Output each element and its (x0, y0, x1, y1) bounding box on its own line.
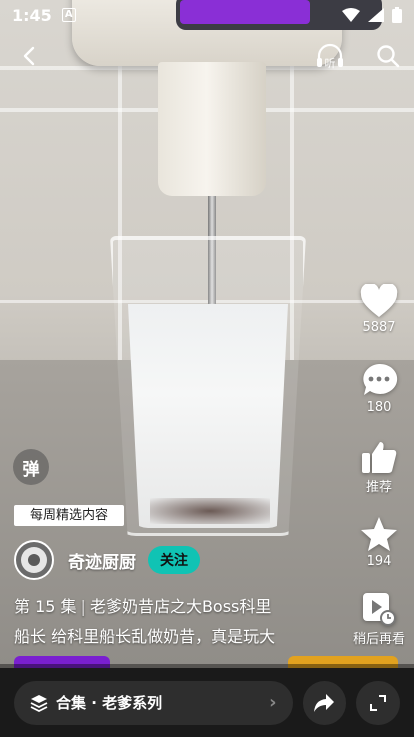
share-button[interactable] (302, 680, 347, 725)
chevron-right-icon: › (269, 692, 277, 713)
star-icon (361, 517, 397, 551)
status-bar: 1:45 A (0, 0, 414, 30)
status-time: 1:45 (12, 5, 52, 25)
bottom-bar: 合集 · 老爹系列 › (0, 668, 414, 737)
watch-later-label: 稍后再看 (352, 632, 405, 647)
author-name[interactable]: 奇迹厨厨 (68, 548, 136, 573)
heart-icon (360, 284, 398, 317)
danmaku-toggle[interactable]: 弹 (13, 449, 49, 485)
headphones-icon: 听 (317, 43, 343, 70)
like-button[interactable]: 5887 (352, 284, 406, 335)
listen-label: 听 (325, 57, 336, 70)
collection-label: 合集 · 老爹系列 (56, 694, 163, 712)
notification-icon: A (61, 8, 76, 22)
search-button[interactable] (368, 36, 408, 76)
video-description[interactable]: 第 15 集 | 老爹奶昔店之大Boss科里 船长 给科里船长乱做奶昔，真是玩大 (14, 592, 344, 652)
comment-button[interactable]: 180 (352, 362, 406, 415)
like-count: 5887 (362, 320, 396, 335)
listen-button[interactable]: 听 (310, 36, 350, 76)
search-icon (377, 45, 400, 68)
danmaku-label: 弹 (22, 459, 40, 480)
watch-later-icon (363, 593, 396, 626)
favorite-count: 194 (366, 554, 392, 569)
fullscreen-button[interactable] (356, 680, 400, 725)
follow-button[interactable]: 关注 (148, 546, 200, 574)
weekly-pick-tag: 每周精选内容 (14, 505, 125, 526)
comment-count: 180 (366, 400, 392, 415)
signal-icon (368, 8, 384, 22)
author-row: 奇迹厨厨 关注 (14, 540, 200, 580)
thumbs-up-icon (362, 442, 397, 473)
comment-icon (363, 363, 398, 395)
recommend-label: 推荐 (365, 480, 392, 495)
recommend-button[interactable]: 推荐 (352, 440, 406, 495)
favorite-button[interactable]: 194 (352, 516, 406, 569)
layers-icon (30, 694, 48, 712)
series-title: 老爹奶昔店之大Boss科里 (89, 597, 272, 616)
fullscreen-icon (370, 694, 387, 711)
description-text: 船长 给科里船长乱做奶昔，真是玩大 (14, 627, 276, 646)
battery-icon (392, 7, 402, 23)
collection-button[interactable]: 合集 · 老爹系列 › (14, 680, 293, 725)
back-button[interactable] (10, 36, 50, 76)
video-player[interactable]: 1:45 A 听 5887 180 推荐 194 稍后再看 弹 每周精选内容 奇… (0, 0, 414, 737)
back-arrow-icon (23, 46, 35, 66)
watch-later-button[interactable]: 稍后再看 (352, 592, 406, 647)
avatar[interactable] (14, 540, 54, 580)
share-arrow-icon (314, 693, 335, 712)
wifi-icon (342, 8, 360, 22)
video-progress-bar[interactable] (0, 656, 414, 668)
episode-number: 第 15 集 (14, 597, 77, 616)
